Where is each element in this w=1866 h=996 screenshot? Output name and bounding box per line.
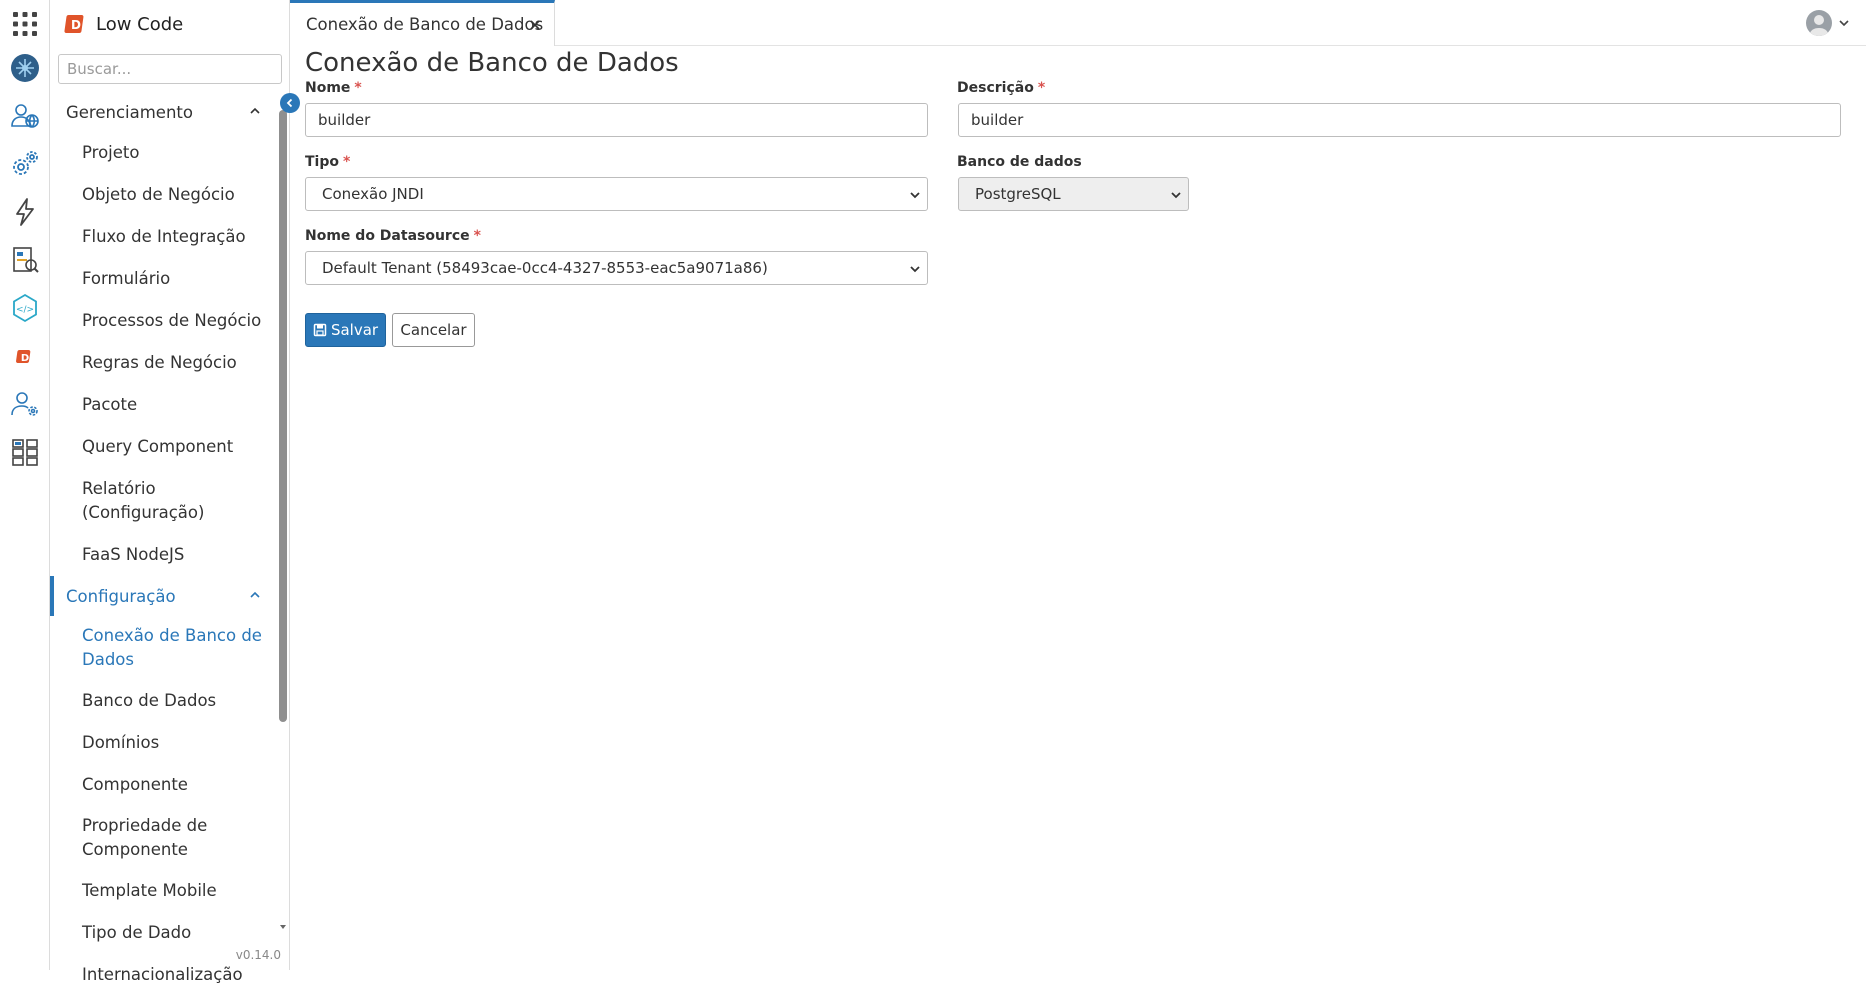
search-input[interactable] (58, 54, 282, 84)
datasource-select-value: Default Tenant (58493cae-0cc4-4327-8553-… (322, 259, 768, 277)
svg-text:D: D (21, 353, 29, 364)
chevron-up-icon (250, 591, 260, 598)
collapse-sidebar-button[interactable] (280, 93, 300, 113)
chevron-down-icon (1839, 20, 1849, 27)
datasource-label-text: Nome do Datasource (305, 228, 470, 244)
sidebar: D Low Code Gerenciamento Projeto Objeto … (50, 0, 290, 984)
code-hexagon-icon[interactable]: </> (7, 290, 43, 326)
nome-input[interactable]: builder (305, 103, 928, 137)
required-mark: * (354, 80, 362, 96)
report-search-icon[interactable] (7, 242, 43, 278)
sidebar-item-query-component[interactable]: Query Component (50, 426, 282, 468)
save-button-label: Salvar (330, 321, 379, 339)
brand-d-icon[interactable]: D (7, 338, 43, 374)
chevron-up-icon (250, 107, 260, 114)
icon-rail: </> D (0, 0, 50, 970)
chevron-left-icon (286, 98, 293, 108)
page-title: Conexão de Banco de Dados (305, 48, 679, 78)
sidebar-item-formulario[interactable]: Formulário (50, 258, 282, 300)
tipo-select-value: Conexão JNDI (322, 185, 424, 203)
sidebar-item-propriedade-de-componente[interactable]: Propriedade de Componente (50, 806, 282, 870)
sidebar-item-projeto[interactable]: Projeto (50, 132, 282, 174)
brand[interactable]: D Low Code (64, 10, 183, 38)
sidebar-item-relatorio[interactable]: Relatório (Configuração) (50, 468, 282, 534)
datasource-label: Nome do Datasource * (305, 228, 481, 244)
descricao-input[interactable]: builder (958, 103, 1841, 137)
required-mark: * (343, 154, 351, 170)
sidebar-scrollbar[interactable] (279, 110, 287, 722)
close-icon[interactable] (528, 18, 542, 32)
user-menu[interactable] (1806, 10, 1850, 36)
nav-group-gerenciamento[interactable]: Gerenciamento (50, 92, 282, 132)
sidebar-item-objeto-de-negocio[interactable]: Objeto de Negócio (50, 174, 282, 216)
sidebar-item-dominios[interactable]: Domínios (50, 722, 282, 764)
datasource-select[interactable]: Default Tenant (58493cae-0cc4-4327-8553-… (305, 251, 928, 285)
nome-label-text: Nome (305, 80, 351, 96)
globe-network-icon[interactable] (7, 50, 43, 86)
brand-logo-icon: D (64, 15, 84, 33)
chevron-down-icon (910, 266, 920, 273)
user-settings-icon[interactable] (7, 386, 43, 422)
hierarchy-icon[interactable] (7, 434, 43, 470)
tab-label: Conexão de Banco de Dados (306, 15, 544, 34)
sidebar-item-componente[interactable]: Componente (50, 764, 282, 806)
apps-grid-icon[interactable] (7, 6, 43, 42)
nav-group-label: Gerenciamento (66, 102, 193, 122)
users-globe-icon[interactable] (7, 98, 43, 134)
chevron-down-icon (1171, 192, 1181, 199)
tab-bar: Conexão de Banco de Dados (290, 0, 1866, 46)
required-mark: * (473, 228, 481, 244)
sidebar-item-faas-nodejs[interactable]: FaaS NodeJS (50, 534, 282, 576)
descricao-input-value: builder (971, 111, 1024, 129)
banco-select[interactable]: PostgreSQL (958, 177, 1189, 211)
banco-select-value: PostgreSQL (975, 185, 1061, 203)
sidebar-item-regras-de-negocio[interactable]: Regras de Negócio (50, 342, 282, 384)
sidebar-item-template-mobile[interactable]: Template Mobile (50, 870, 282, 912)
cancel-button-label: Cancelar (400, 321, 467, 339)
sidebar-item-pacote[interactable]: Pacote (50, 384, 282, 426)
descricao-label: Descrição * (957, 80, 1045, 96)
save-button[interactable]: Salvar (305, 313, 386, 347)
cancel-button[interactable]: Cancelar (392, 313, 475, 347)
user-avatar-icon (1809, 15, 1829, 36)
required-mark: * (1037, 80, 1046, 96)
banco-label-text: Banco de dados (957, 154, 1082, 170)
save-icon (313, 323, 327, 337)
tipo-label: Tipo * (305, 154, 350, 170)
avatar (1806, 10, 1832, 36)
gears-icon[interactable] (7, 146, 43, 182)
svg-text:</>: </> (16, 305, 34, 315)
sidebar-nav: Gerenciamento Projeto Objeto de Negócio … (50, 92, 282, 996)
nav-group-label: Configuração (66, 586, 176, 606)
sidebar-item-fluxo-de-integracao[interactable]: Fluxo de Integração (50, 216, 282, 258)
sidebar-item-processos-de-negocio[interactable]: Processos de Negócio (50, 300, 282, 342)
tab-conexao-de-banco-de-dados[interactable]: Conexão de Banco de Dados (290, 0, 555, 46)
banco-label: Banco de dados (957, 154, 1082, 170)
nav-group-configuracao[interactable]: Configuração (50, 576, 282, 616)
nome-input-value: builder (318, 111, 371, 129)
tipo-label-text: Tipo (305, 154, 339, 170)
chevron-down-icon (910, 192, 920, 199)
sidebar-item-conexao-de-banco-de-dados[interactable]: Conexão de Banco de Dados (50, 616, 282, 680)
lightning-icon[interactable] (7, 194, 43, 230)
scroll-down-arrow-icon[interactable] (278, 922, 288, 932)
app-version: v0.14.0 (235, 948, 281, 962)
sidebar-item-banco-de-dados[interactable]: Banco de Dados (50, 680, 282, 722)
descricao-label-text: Descrição (957, 80, 1034, 96)
tipo-select[interactable]: Conexão JNDI (305, 177, 928, 211)
app-title: Low Code (96, 13, 184, 35)
svg-text:D: D (71, 18, 81, 32)
nome-label: Nome * (305, 80, 362, 96)
